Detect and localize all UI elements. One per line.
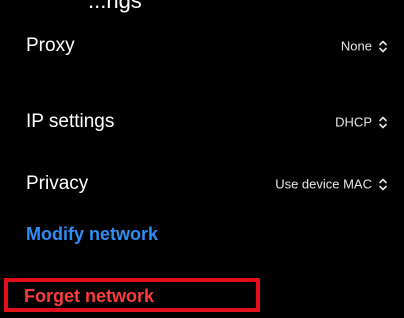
updown-chevron-icon xyxy=(378,115,388,129)
proxy-value: None xyxy=(340,38,372,54)
proxy-label: Proxy xyxy=(26,35,75,56)
ip-settings-label: IP settings xyxy=(26,111,115,132)
privacy-value: Use device MAC xyxy=(275,176,372,192)
updown-chevron-icon xyxy=(378,177,388,191)
proxy-dropdown[interactable]: None xyxy=(341,39,388,54)
privacy-dropdown[interactable]: Use device MAC xyxy=(275,177,388,192)
clipped-header-text: ...ngs xyxy=(88,0,142,13)
modify-network-link[interactable]: Modify network xyxy=(26,224,158,245)
updown-chevron-icon xyxy=(378,39,388,53)
ip-settings-dropdown[interactable]: DHCP xyxy=(335,115,388,130)
forget-network-link[interactable]: Forget network xyxy=(24,286,154,307)
ip-settings-row[interactable]: IP settings DHCP xyxy=(0,100,404,144)
privacy-setting-row[interactable]: Privacy Use device MAC xyxy=(0,162,404,206)
ip-settings-value: DHCP xyxy=(335,114,372,130)
privacy-label: Privacy xyxy=(26,173,89,194)
proxy-setting-row[interactable]: Proxy None xyxy=(0,24,404,68)
